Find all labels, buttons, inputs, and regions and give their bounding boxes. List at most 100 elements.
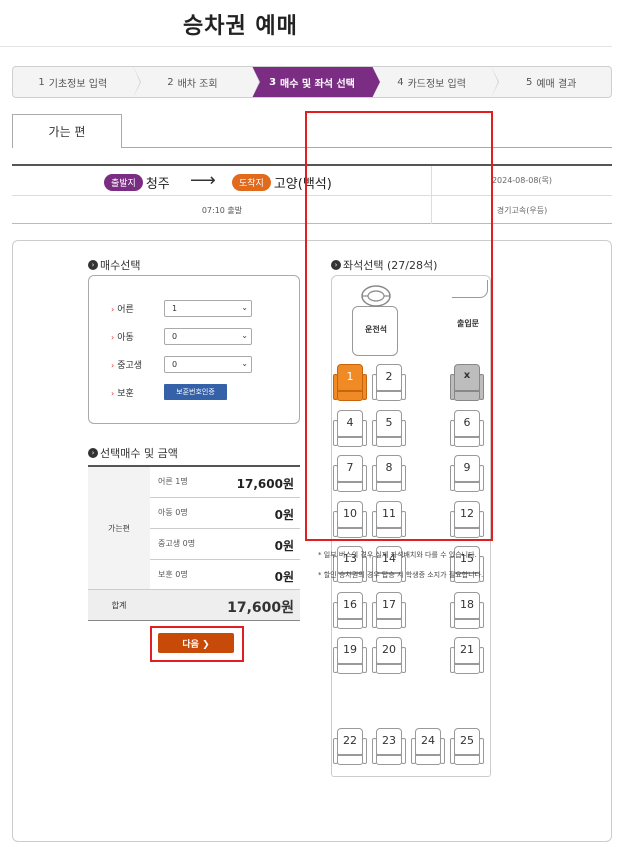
- seat-11[interactable]: 11: [372, 501, 406, 541]
- table-row: 중고생 0명 0원: [150, 529, 300, 560]
- step-number: 2: [167, 76, 174, 88]
- seat-number: 22: [343, 734, 357, 747]
- seat-number: 16: [343, 598, 357, 611]
- seat-20[interactable]: 20: [372, 637, 406, 677]
- count-section-title: › 매수선택: [88, 257, 140, 273]
- seat-number: 7: [346, 461, 354, 474]
- total-row: 합계 17,600원: [88, 590, 300, 621]
- seat-5[interactable]: 5: [372, 410, 406, 450]
- seat-18[interactable]: 18: [450, 592, 484, 632]
- seat-16[interactable]: 16: [333, 592, 367, 632]
- student-count-select[interactable]: 0 ⌄: [164, 356, 252, 373]
- seat-number: 24: [421, 734, 435, 747]
- table-row: 보훈 0명 0원: [150, 560, 300, 590]
- fare-amount: 0원: [274, 570, 294, 584]
- fare-type: 어른 1명: [158, 477, 188, 486]
- chevron-down-icon: ⌄: [241, 303, 248, 312]
- seat-24[interactable]: 24: [411, 728, 445, 768]
- count-row-child: › 아동 0 ⌄: [111, 328, 291, 345]
- step-5: 5 예매 결과: [491, 67, 611, 97]
- count-row-student: › 중고생 0 ⌄: [111, 356, 291, 373]
- fare-amount: 0원: [274, 539, 294, 553]
- total-label: 합계: [111, 601, 127, 610]
- step-label: 기초정보 입력: [48, 78, 108, 90]
- count-selector: › 어른 1 ⌄ › 아동 0 ⌄ › 중고생 0 ⌄ › 보훈 보훈번호인증: [88, 275, 300, 424]
- arrival-badge: 도착지: [232, 174, 271, 191]
- seat-number: 19: [343, 643, 357, 656]
- table-row: 아동 0명 0원: [150, 498, 300, 529]
- seat-9[interactable]: 9: [450, 455, 484, 495]
- count-row-veteran: › 보훈 보훈번호인증: [111, 384, 291, 400]
- seat-number: 10: [343, 507, 357, 520]
- seat-number: 1: [346, 370, 354, 383]
- seat-number: 18: [460, 598, 474, 611]
- step-1: 1 기초정보 입력: [13, 67, 141, 97]
- seat-number: 2: [385, 370, 393, 383]
- chevron-down-icon: ⌄: [241, 359, 248, 368]
- seat-number: 12: [460, 507, 474, 520]
- seat-17[interactable]: 17: [372, 592, 406, 632]
- chevron-down-icon: ⌄: [241, 331, 248, 340]
- seat-2[interactable]: 2: [372, 364, 406, 404]
- seat-number: 20: [382, 643, 396, 656]
- step-number: 3: [269, 76, 277, 88]
- step-label: 예매 결과: [536, 78, 577, 90]
- seat-8[interactable]: 8: [372, 455, 406, 495]
- departure-city: 청주: [145, 177, 170, 192]
- fare-amount: 17,600원: [236, 477, 294, 491]
- price-section-title: › 선택매수 및 금액: [88, 445, 178, 461]
- tab-outbound[interactable]: 가는 편: [12, 114, 122, 148]
- next-button-highlight: 다음 ❯: [150, 626, 244, 662]
- seat-7[interactable]: 7: [333, 455, 367, 495]
- seat-number: 4: [346, 416, 354, 429]
- seat-number: x: [463, 370, 471, 381]
- child-count-select[interactable]: 0 ⌄: [164, 328, 252, 345]
- seat-x: x: [450, 364, 484, 404]
- seat-number: 5: [385, 416, 393, 429]
- progress-steps: 1 기초정보 입력 2 배차 조회 3 매수 및 좌석 선택 4 카드정보 입력…: [12, 66, 612, 98]
- step-number: 4: [397, 76, 404, 88]
- seat-number: 25: [460, 734, 474, 747]
- page-title: 승차권 예매: [183, 14, 298, 39]
- direction-label: 가는편: [88, 467, 150, 590]
- step-2: 2 배차 조회: [133, 67, 261, 97]
- step-number: 1: [38, 76, 45, 88]
- chevron-right-icon: ›: [88, 260, 98, 270]
- count-label: 아동: [117, 333, 134, 343]
- veteran-auth-button[interactable]: 보훈번호인증: [164, 384, 227, 400]
- seat-6[interactable]: 6: [450, 410, 484, 450]
- departure: 출발지 청주: [104, 173, 170, 192]
- step-number: 5: [525, 76, 533, 88]
- count-label: 어른: [117, 305, 134, 315]
- departure-badge: 출발지: [104, 174, 143, 191]
- count-label: 보훈: [117, 388, 134, 399]
- next-button[interactable]: 다음 ❯: [158, 633, 234, 653]
- step-label: 매수 및 좌석 선택: [280, 78, 355, 90]
- fare-type: 아동 0명: [158, 508, 188, 517]
- arrow-right-icon: ⟶: [190, 170, 216, 191]
- count-row-adult: › 어른 1 ⌄: [111, 300, 291, 317]
- price-summary: 가는편 어른 1명 17,600원 아동 0명 0원 중고생 0명 0원 보훈 …: [88, 465, 300, 621]
- step-label: 배차 조회: [177, 78, 218, 90]
- seat-21[interactable]: 21: [450, 637, 484, 677]
- seat-23[interactable]: 23: [372, 728, 406, 768]
- seat-number: 23: [382, 734, 396, 747]
- seat-10[interactable]: 10: [333, 501, 367, 541]
- seat-22[interactable]: 22: [333, 728, 367, 768]
- adult-count-select[interactable]: 1 ⌄: [164, 300, 252, 317]
- note-line: * 할인 승차권의 경우 탑승 시 학생증 소지가 필요합니다.: [318, 571, 484, 579]
- seat-19[interactable]: 19: [333, 637, 367, 677]
- seat-4[interactable]: 4: [333, 410, 367, 450]
- step-4: 4 카드정보 입력: [372, 67, 500, 97]
- seat-number: 21: [460, 643, 474, 656]
- fare-type: 중고생 0명: [158, 539, 196, 548]
- seat-number: 6: [463, 416, 471, 429]
- seat-12[interactable]: 12: [450, 501, 484, 541]
- fare-amount: 0원: [274, 508, 294, 522]
- seat-number: 11: [382, 507, 396, 520]
- seat-25[interactable]: 25: [450, 728, 484, 768]
- fare-type: 보훈 0명: [158, 570, 188, 579]
- seat-number: 8: [385, 461, 393, 474]
- seat-1[interactable]: 1: [333, 364, 367, 404]
- step-label: 카드정보 입력: [407, 78, 466, 90]
